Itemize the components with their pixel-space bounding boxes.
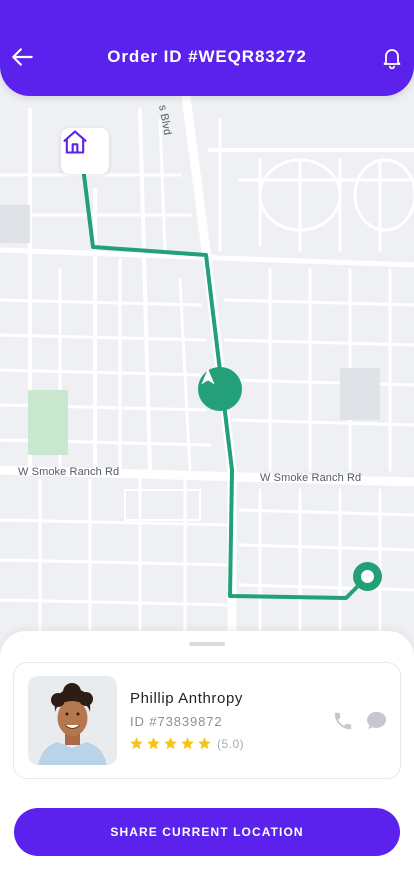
navigation-arrow-icon: [201, 368, 215, 385]
driver-id: ID #73839872: [130, 714, 223, 729]
star-icon: [181, 737, 194, 750]
page-title: Order ID #WEQR83272: [107, 47, 307, 66]
road-label-smoke-ranch-east: W Smoke Ranch Rd: [260, 472, 362, 484]
destination-pin-icon[interactable]: [353, 562, 382, 591]
phone-icon: [334, 712, 352, 730]
rating-value: (5.0): [217, 736, 245, 751]
notifications-button[interactable]: [380, 45, 404, 70]
star-icon: [147, 737, 160, 750]
destination-pin-center: [361, 570, 374, 583]
chat-button[interactable]: [365, 709, 388, 732]
app-header: Order ID #WEQR83272: [0, 0, 414, 96]
current-location-marker[interactable]: [198, 367, 242, 411]
bell-icon: [383, 49, 401, 70]
chat-bubble-icon: [366, 711, 387, 730]
home-icon: [63, 130, 87, 154]
driver-avatar: [28, 676, 117, 765]
driver-rating: (5.0): [129, 736, 244, 751]
call-button[interactable]: [332, 710, 354, 732]
share-location-button[interactable]: SHARE CURRENT LOCATION: [14, 808, 400, 856]
driver-card: Phillip Anthropy ID #73839872 (5.0): [13, 662, 401, 779]
star-icon: [164, 737, 177, 750]
driver-name: Phillip Anthropy: [130, 690, 243, 707]
arrow-left-icon: [12, 48, 33, 66]
back-button[interactable]: [10, 44, 36, 70]
bottom-sheet: Phillip Anthropy ID #73839872 (5.0) SHAR…: [0, 631, 414, 896]
home-marker[interactable]: [61, 128, 109, 174]
star-icon: [198, 737, 211, 750]
road-label-smoke-ranch-west: W Smoke Ranch Rd: [18, 466, 120, 478]
star-icon: [130, 737, 143, 750]
sheet-drag-handle[interactable]: [189, 642, 225, 646]
